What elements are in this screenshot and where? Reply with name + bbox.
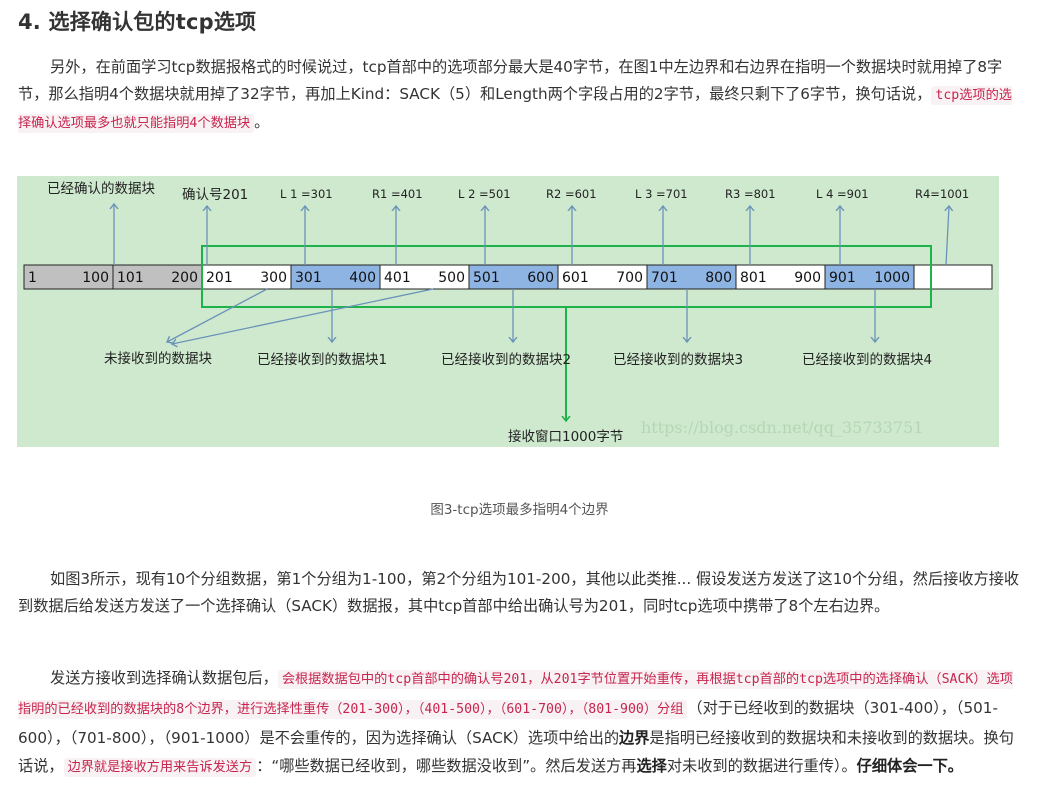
label-ack-number: 确认号201 (182, 187, 248, 203)
label-r4: R4=1001 (915, 187, 969, 201)
sack-diagram: 1 100 101 200 201 300 301 400 401 500 501 600 601 700… (17, 176, 999, 451)
cell-start-label: 401 (384, 270, 411, 286)
cell-start-label: 901 (829, 270, 856, 286)
cell-start-label: 201 (206, 270, 233, 286)
figure-caption: 图3-tcp选项最多指明4个边界 (430, 502, 609, 518)
cell-end-label: 100 (82, 270, 109, 286)
cell-end-label: 1000 (874, 270, 910, 286)
watermark: https://blog.csdn.net/qq_35733751 (641, 418, 923, 437)
cell-end-label: 800 (705, 270, 732, 286)
label-received-2: 已经接收到的数据块2 (441, 351, 571, 368)
label-l4: L 4 =901 (816, 187, 869, 201)
p3-text-1: 发送方接收到选择确认数据包后， (50, 669, 278, 687)
label-r1: R1 =401 (372, 187, 423, 201)
label-l3: L 3 =701 (635, 187, 688, 201)
label-not-received: 未接收到的数据块 (104, 350, 212, 367)
intro-text: 另外，在前面学习tcp数据报格式的时候说过，tcp首部中的选项部分最大是40字节… (18, 58, 1003, 103)
label-receive-window: 接收窗口1000字节 (508, 428, 623, 445)
label-r2: R2 =601 (546, 187, 597, 201)
cell-start-label: 601 (562, 270, 589, 286)
cell-end-label: 300 (260, 270, 287, 286)
p3-bold-select: 选择 (636, 757, 667, 775)
p3-text-4: ：“哪些数据已经收到，哪些数据没收到”。然后发送方再 (256, 757, 637, 775)
cell-start-label: 101 (117, 270, 144, 286)
section-heading: 4. 选择确认包的tcp选项 (18, 10, 257, 34)
cell-start-label: 1 (28, 270, 37, 286)
p3-code-highlight-2: 边界就是接收方用来告诉发送方 (63, 758, 257, 777)
cell-end-label: 400 (349, 270, 376, 286)
label-received-3: 已经接收到的数据块3 (613, 351, 743, 368)
cell-end-label: 900 (794, 270, 821, 286)
cell-start-label: 501 (473, 270, 500, 286)
label-l2: L 2 =501 (458, 187, 511, 201)
label-received-1: 已经接收到的数据块1 (257, 351, 387, 368)
intro-end: 。 (254, 113, 270, 131)
paragraph-2: 如图3所示，现有10个分组数据，第1个分组为1-100，第2个分组为101-20… (18, 570, 1020, 615)
intro-paragraph: 另外，在前面学习tcp数据报格式的时候说过，tcp首部中的选项部分最大是40字节… (18, 54, 1022, 137)
cell-start-label: 801 (740, 270, 767, 286)
figure-background (17, 176, 999, 447)
cell-end-label: 500 (438, 270, 465, 286)
label-r3: R3 =801 (725, 187, 776, 201)
p3-text-5: 对未收到的数据进行重传）。 (666, 757, 857, 775)
paragraph-3: 发送方接收到选择确认数据包后， 会根据数据包中的tcp首部中的确认号201，从20… (18, 664, 1022, 782)
cell-start-label: 701 (651, 270, 678, 286)
label-acked-block: 已经确认的数据块 (47, 181, 155, 197)
cell-end-label: 600 (527, 270, 554, 286)
label-l1: L 1 =301 (280, 187, 333, 201)
cell-start-label: 301 (295, 270, 322, 286)
cell-end-label: 200 (171, 270, 198, 286)
cell-end-label: 700 (616, 270, 643, 286)
p3-bold-closing: 仔细体会一下。 (856, 757, 963, 775)
p3-bold-boundary: 边界 (619, 729, 650, 747)
label-received-4: 已经接收到的数据块4 (802, 351, 932, 368)
